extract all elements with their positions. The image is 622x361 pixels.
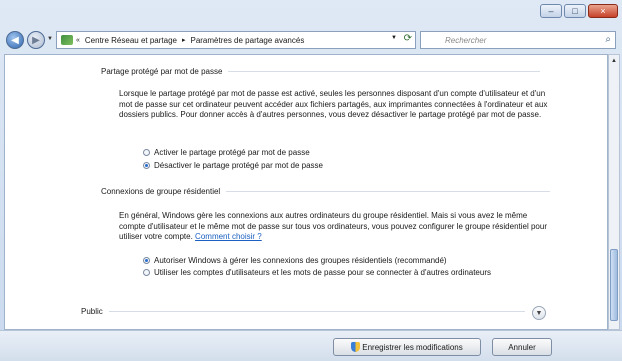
radio-button[interactable] — [143, 149, 150, 156]
section-header-password: Partage protégé par mot de passe — [101, 67, 541, 76]
scrollbar-thumb[interactable] — [610, 249, 618, 321]
homegroup-description: En général, Windows gère les connexions … — [119, 211, 549, 243]
action-bar: Enregistrer les modifications Annuler — [0, 330, 622, 361]
radio-option-user-accounts[interactable]: Utiliser les comptes d'utilisateurs et l… — [143, 268, 513, 278]
scroll-up-icon[interactable]: ▲ — [609, 55, 619, 67]
network-icon — [61, 35, 73, 45]
address-toolbar: ◀ ▶ ▼ « Centre Réseau et partage ▸ Param… — [0, 28, 622, 52]
address-dropdown-icon[interactable]: ▼ — [391, 35, 397, 41]
search-box[interactable]: Rechercher ⌕ — [420, 31, 616, 49]
chevron-down-icon[interactable]: ▼ — [532, 306, 546, 320]
radio-button[interactable] — [143, 269, 150, 276]
homegroup-text: En général, Windows gère les connexions … — [119, 211, 547, 241]
breadcrumb-network-center[interactable]: Centre Réseau et partage — [85, 36, 177, 45]
radio-button-selected[interactable] — [143, 162, 150, 169]
minimize-button[interactable]: – — [540, 4, 562, 18]
password-description: Lorsque le partage protégé par mot de pa… — [119, 89, 548, 119]
radio-button-selected[interactable] — [143, 257, 150, 264]
back-arrow-icon[interactable]: ◀ — [6, 31, 24, 49]
settings-content: Partage protégé par mot de passe Lorsque… — [4, 54, 608, 330]
cancel-button-label: Annuler — [508, 342, 536, 352]
maximize-button[interactable]: □ — [564, 4, 586, 18]
section-title-homegroup: Connexions de groupe résidentiel — [101, 187, 221, 196]
cancel-button[interactable]: Annuler — [492, 338, 552, 356]
section-divider — [108, 311, 525, 312]
window-controls: – □ × — [540, 4, 618, 18]
radio-option-windows-managed[interactable]: Autoriser Windows à gérer les connexions… — [143, 256, 447, 266]
forward-arrow-icon[interactable]: ▶ — [27, 31, 45, 49]
section-divider — [228, 71, 541, 72]
breadcrumb-advanced-sharing[interactable]: Paramètres de partage avancés — [190, 36, 304, 45]
radio-label: Activer le partage protégé par mot de pa… — [154, 148, 310, 157]
breadcrumb-separator[interactable]: ▸ — [182, 36, 186, 44]
uac-shield-icon — [351, 342, 361, 352]
radio-label: Désactiver le partage protégé par mot de… — [154, 161, 323, 170]
section-divider — [226, 191, 551, 192]
section-title-public: Public — [81, 307, 103, 316]
save-button-label: Enregistrer les modifications — [362, 342, 463, 352]
history-dropdown-icon[interactable]: ▼ — [47, 36, 53, 42]
help-link[interactable]: Comment choisir ? — [195, 232, 262, 241]
title-bar: – □ × — [0, 0, 622, 28]
radio-option-enable-password[interactable]: Activer le partage protégé par mot de pa… — [143, 148, 310, 158]
close-button[interactable]: × — [588, 4, 618, 18]
vertical-scrollbar[interactable]: ▲ — [608, 54, 620, 330]
radio-option-disable-password[interactable]: Désactiver le partage protégé par mot de… — [143, 161, 323, 171]
search-icon[interactable]: ⌕ — [605, 34, 611, 45]
section-header-homegroup: Connexions de groupe résidentiel — [101, 187, 551, 196]
radio-label: Autoriser Windows à gérer les connexions… — [154, 256, 447, 265]
section-title-password: Partage protégé par mot de passe — [101, 67, 223, 76]
radio-label: Utiliser les comptes d'utilisateurs et l… — [154, 268, 491, 277]
save-changes-button[interactable]: Enregistrer les modifications — [333, 338, 481, 356]
refresh-icon[interactable]: ⟳ — [404, 33, 412, 44]
search-placeholder: Rechercher — [445, 35, 487, 45]
section-header-public[interactable]: Public — [81, 307, 525, 316]
breadcrumb-overflow[interactable]: « — [76, 37, 80, 44]
address-bar[interactable]: « Centre Réseau et partage ▸ Paramètres … — [56, 31, 416, 49]
